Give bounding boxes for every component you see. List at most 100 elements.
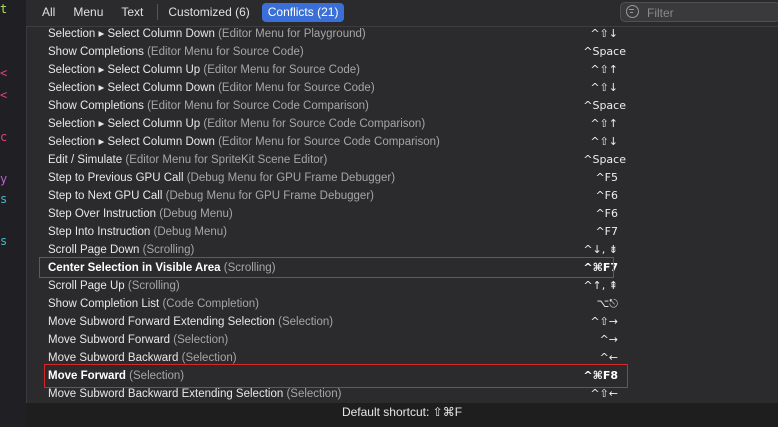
shortcut-cell[interactable]: ^F7: [595, 223, 618, 241]
table-row[interactable]: Move Subword Forward (Selection) ^→: [26, 331, 778, 349]
command-context: (Scrolling): [127, 280, 180, 292]
table-row[interactable]: Selection ▸ Select Column Down (Editor M…: [26, 79, 778, 97]
highlight-box: [39, 257, 614, 278]
gutter-char: y: [0, 172, 8, 186]
gutter-char: s: [0, 234, 8, 248]
command-cell: Move Subword Forward Extending Selection…: [48, 313, 333, 331]
shortcut-cell[interactable]: ^⇧↑: [590, 115, 618, 133]
command-cell: Move Subword Forward (Selection): [48, 331, 228, 349]
shortcut-cell[interactable]: ^F6: [595, 205, 618, 223]
gutter-char: t: [0, 2, 8, 16]
shortcut-table: Selection ▸ Select Column Down (Editor M…: [26, 25, 778, 403]
command-cell: Scroll Page Up (Scrolling): [48, 277, 180, 295]
table-row[interactable]: Step to Next GPU Call (Debug Menu for GP…: [26, 187, 778, 205]
highlight-box: [44, 364, 628, 388]
command-cell: Selection ▸ Select Column Up (Editor Men…: [48, 115, 425, 133]
command-name: Selection ▸ Select Column Up: [48, 64, 201, 76]
tab-conflicts[interactable]: Conflicts (21): [261, 2, 345, 22]
shortcut-cell[interactable]: ^⇧↑: [590, 61, 618, 79]
table-row[interactable]: Edit / Simulate (Editor Menu for SpriteK…: [26, 151, 778, 169]
filter-icon: [626, 5, 639, 18]
tab-divider: [157, 4, 159, 20]
command-name: Show Completions: [48, 46, 144, 58]
command-name: Selection ▸ Select Column Up: [48, 118, 201, 130]
command-cell: Selection ▸ Select Column Up (Editor Men…: [48, 61, 360, 79]
table-row[interactable]: Selection ▸ Select Column Up (Editor Men…: [26, 115, 778, 133]
command-name: Selection ▸ Select Column Down: [48, 82, 215, 94]
table-row[interactable]: Show Completions (Editor Menu for Source…: [26, 43, 778, 61]
command-context: (Debug Menu): [159, 208, 233, 220]
command-name: Show Completions: [48, 100, 144, 112]
command-name: Step Into Instruction: [48, 226, 151, 238]
command-name: Scroll Page Down: [48, 244, 140, 256]
command-name: Move Subword Forward Extending Selection: [48, 316, 275, 328]
shortcut-cell[interactable]: ^F6: [595, 187, 618, 205]
gutter-char: c: [0, 130, 8, 144]
command-context: (Selection): [173, 334, 229, 346]
command-name: Step Over Instruction: [48, 208, 157, 220]
command-cell: Step to Next GPU Call (Debug Menu for GP…: [48, 187, 374, 205]
table-row[interactable]: Show Completions (Editor Menu for Source…: [26, 97, 778, 115]
table-row[interactable]: Step to Previous GPU Call (Debug Menu fo…: [26, 169, 778, 187]
command-context: (Scrolling): [142, 244, 195, 256]
table-row[interactable]: Step Into Instruction (Debug Menu) ^F7: [26, 223, 778, 241]
table-row[interactable]: Scroll Page Up (Scrolling) ^↑, ⇞: [26, 277, 778, 295]
shortcut-cell[interactable]: ^⇧→: [590, 313, 618, 331]
command-context: (Debug Menu for GPU Frame Debugger): [186, 172, 396, 184]
filter-input[interactable]: [645, 4, 774, 22]
command-name: Step to Next GPU Call: [48, 190, 163, 202]
command-name: Move Subword Backward Extending Selectio…: [48, 388, 284, 400]
shortcut-cell[interactable]: ^Space: [583, 97, 626, 115]
shortcut-cell[interactable]: ^F5: [595, 169, 618, 187]
command-name: Selection ▸ Select Column Down: [48, 28, 215, 40]
shortcut-cell[interactable]: ^Space: [583, 43, 626, 61]
command-cell: Show Completion List (Code Completion): [48, 295, 259, 313]
command-cell: Selection ▸ Select Column Down (Editor M…: [48, 25, 366, 43]
shortcut-cell[interactable]: ⌥⎋: [597, 295, 618, 313]
table-row[interactable]: Step Over Instruction (Debug Menu) ^F6: [26, 205, 778, 223]
scope-tabs: All Menu Text Customized (6) Conflicts (…: [36, 2, 350, 22]
gutter-char: <: [0, 66, 8, 80]
tab-menu[interactable]: Menu: [67, 3, 109, 22]
command-context: (Editor Menu for Source Code): [203, 64, 360, 76]
gutter-char: s: [0, 192, 8, 206]
command-context: (Selection): [286, 388, 342, 400]
gutter-char: <: [0, 88, 8, 102]
table-row[interactable]: Selection ▸ Select Column Down (Editor M…: [26, 133, 778, 151]
table-row[interactable]: Selection ▸ Select Column Up (Editor Men…: [26, 61, 778, 79]
default-shortcut-label: Default shortcut: ⇧⌘F: [26, 403, 778, 427]
command-context: (Debug Menu): [153, 226, 228, 238]
filter-field[interactable]: [620, 2, 778, 22]
command-name: Scroll Page Up: [48, 280, 125, 292]
tab-customized[interactable]: Customized (6): [162, 3, 255, 22]
command-context: (Selection): [278, 316, 334, 328]
command-context: (Debug Menu for GPU Frame Debugger): [165, 190, 374, 202]
table-row[interactable]: Move Subword Forward Extending Selection…: [26, 313, 778, 331]
tab-text[interactable]: Text: [115, 3, 149, 22]
shortcut-cell[interactable]: ^⇧↓: [590, 25, 618, 43]
command-context: (Code Completion): [162, 298, 259, 310]
shortcut-cell[interactable]: ^→: [600, 331, 618, 349]
command-name: Selection ▸ Select Column Down: [48, 136, 215, 148]
command-cell: Show Completions (Editor Menu for Source…: [48, 97, 369, 115]
command-context: (Editor Menu for Source Code): [218, 82, 375, 94]
table-row[interactable]: Show Completion List (Code Completion) ⌥⎋: [26, 295, 778, 313]
command-name: Step to Previous GPU Call: [48, 172, 184, 184]
shortcut-cell[interactable]: ^⇧↓: [590, 79, 618, 97]
command-context: (Selection): [181, 352, 237, 364]
command-cell: Step Over Instruction (Debug Menu): [48, 205, 233, 223]
shortcut-cell[interactable]: ^⇧↓: [590, 133, 618, 151]
command-context: (Editor Menu for Source Code Comparison): [203, 118, 426, 130]
shortcut-cell[interactable]: ^Space: [583, 151, 626, 169]
command-cell: Step to Previous GPU Call (Debug Menu fo…: [48, 169, 395, 187]
command-cell: Step Into Instruction (Debug Menu): [48, 223, 227, 241]
tab-all[interactable]: All: [36, 3, 61, 22]
table-row[interactable]: Selection ▸ Select Column Down (Editor M…: [26, 25, 778, 43]
command-cell: Edit / Simulate (Editor Menu for SpriteK…: [48, 151, 327, 169]
editor-gutter: t < < c y s s: [0, 0, 26, 427]
command-name: Edit / Simulate: [48, 154, 123, 166]
command-context: (Editor Menu for Source Code): [147, 46, 304, 58]
shortcut-cell[interactable]: ^↑, ⇞: [583, 277, 618, 295]
command-cell: Selection ▸ Select Column Down (Editor M…: [48, 133, 440, 151]
command-name: Show Completion List: [48, 298, 160, 310]
